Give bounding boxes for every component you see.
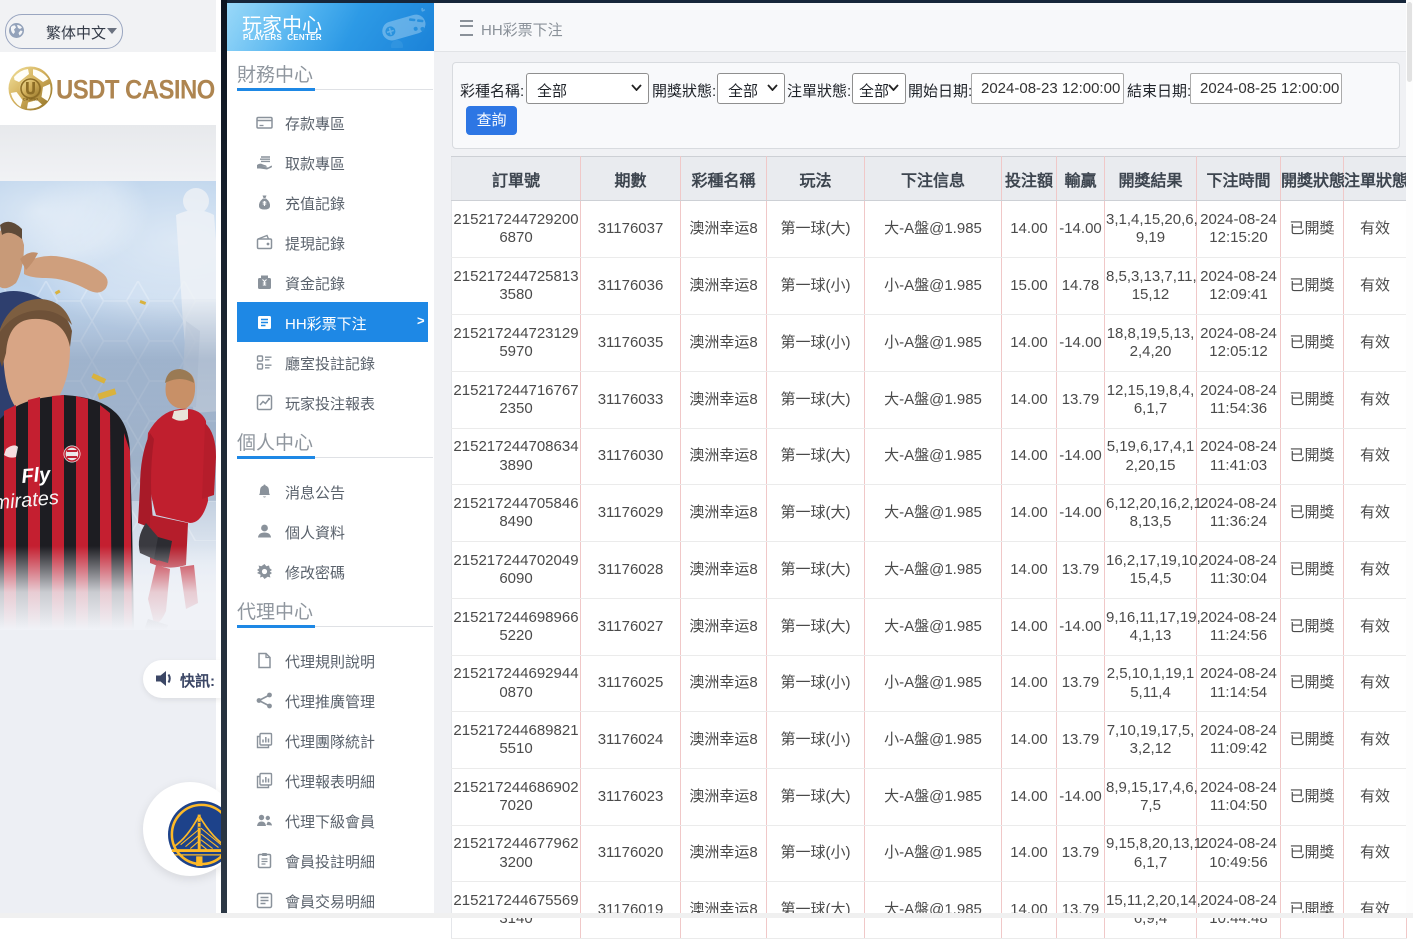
svg-text:CASINO: CASINO [23, 97, 39, 102]
svg-text:Fly: Fly [21, 463, 53, 488]
